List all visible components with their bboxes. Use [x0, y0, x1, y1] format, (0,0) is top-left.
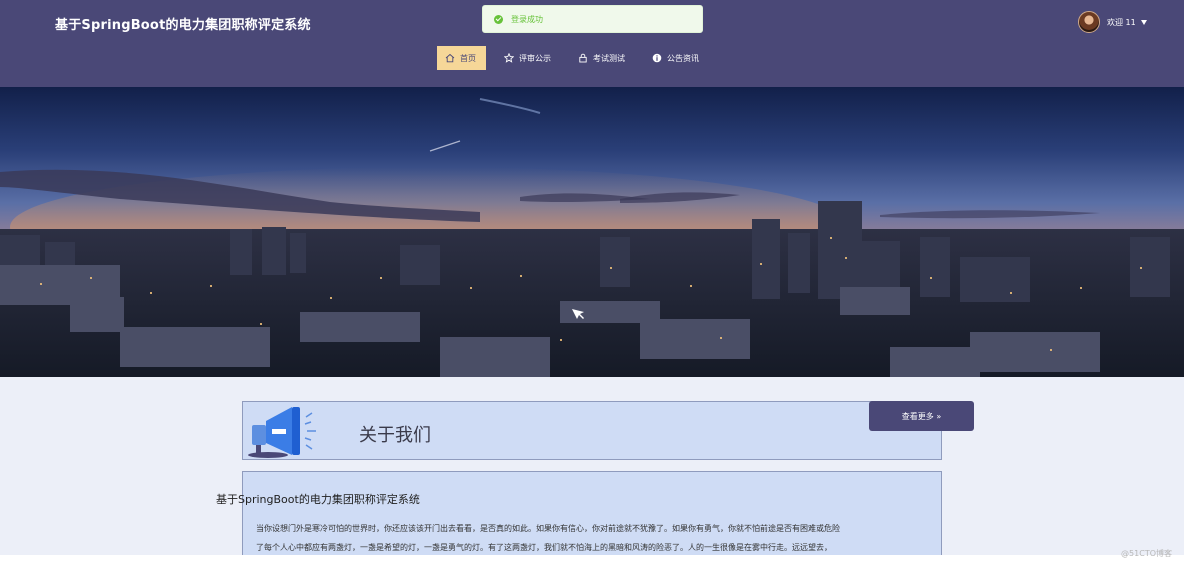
about-paragraph-line: 当你设想门外是寒冷可怕的世界时，你还应该该开门出去看看，是否真的如此。如果你有信… [256, 524, 840, 533]
nav-label-announcements: 公告资讯 [667, 53, 699, 63]
nav-item-home[interactable]: 首页 [437, 46, 486, 70]
star-icon [504, 53, 514, 63]
welcome-text[interactable]: 欢迎 11 [1107, 17, 1136, 28]
lock-icon [579, 53, 587, 63]
home-icon [445, 53, 455, 63]
city-skyline-banner [0, 87, 1184, 377]
about-subtitle: 基于SpringBoot的电力集团职称评定系统 [216, 493, 420, 506]
nav-label-review-public: 评审公示 [519, 53, 551, 63]
about-title: 关于我们 [359, 425, 431, 446]
nav-item-review-public[interactable]: 评审公示 [495, 46, 560, 70]
skyline-image [0, 98, 1184, 377]
login-success-toast: 登录成功 [482, 5, 703, 33]
main-nav: 首页 评审公示 考试测试 公告资讯 [437, 46, 717, 70]
about-paragraph: 当你设想门外是寒冷可怕的世界时，你还应该该开门出去看看，是否真的如此。如果你有信… [256, 519, 936, 555]
avatar[interactable] [1078, 11, 1100, 33]
user-menu[interactable]: 欢迎 11 [1078, 11, 1147, 33]
success-check-icon [494, 14, 503, 24]
megaphone-icon [248, 407, 316, 458]
top-header: 基于SpringBoot的电力集团职称评定系统 登录成功 欢迎 11 首页 评审… [0, 0, 1184, 87]
nav-label-home: 首页 [460, 53, 476, 63]
nav-item-exam[interactable]: 考试测试 [569, 46, 634, 70]
nav-label-exam: 考试测试 [593, 53, 625, 63]
info-icon [652, 53, 662, 63]
nav-item-announcements[interactable]: 公告资讯 [643, 46, 708, 70]
watermark: @51CTO博客 [1121, 549, 1172, 558]
toast-message: 登录成功 [511, 14, 543, 24]
about-header-panel: 关于我们 [242, 401, 942, 460]
page: 基于SpringBoot的电力集团职称评定系统 登录成功 欢迎 11 首页 评审… [0, 0, 1184, 555]
view-more-button[interactable]: 查看更多 » [869, 401, 974, 431]
about-paragraph-line: 了每个人心中都应有两盏灯，一盏是希望的灯，一盏是勇气的灯。有了这两盏灯，我们就不… [256, 543, 832, 552]
site-title: 基于SpringBoot的电力集团职称评定系统 [55, 18, 311, 33]
caret-down-icon[interactable] [1140, 19, 1147, 25]
